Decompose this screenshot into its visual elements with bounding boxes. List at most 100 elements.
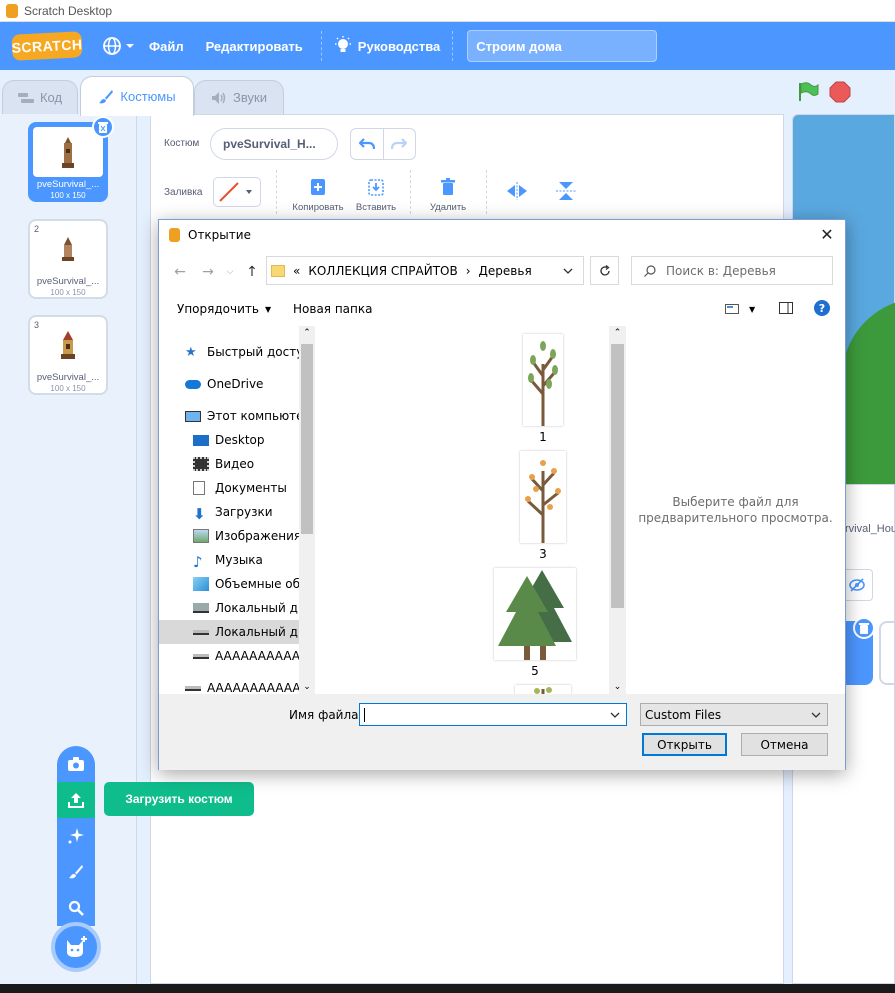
nav-local-disk-c[interactable]: Локальный дис <box>159 596 315 620</box>
nav-drive-a[interactable]: AAAAAAAAAAA <box>159 644 315 668</box>
stop-sign-icon <box>829 81 851 103</box>
delete-button[interactable]: Удалить <box>424 176 472 213</box>
paste-label: Вставить <box>355 202 397 213</box>
view-options-button[interactable]: ▼ <box>725 304 755 314</box>
nav-quick-access[interactable]: ★ Быстрый доступ <box>159 340 315 364</box>
file-menu[interactable]: Файл <box>149 39 184 54</box>
surprise-button[interactable] <box>57 818 95 854</box>
search-library-button[interactable] <box>57 890 95 926</box>
nav-local-disk-d[interactable]: Локальный дис <box>159 620 315 644</box>
search-icon <box>644 264 656 277</box>
nav-drive-a-root[interactable]: AAAAAAAAAAA ( <box>159 676 315 694</box>
preview-message: Выберите файл для предварительного просм… <box>638 495 833 525</box>
scroll-up-arrow[interactable]: ⌃ <box>609 328 626 338</box>
chevron-down-icon <box>126 44 134 48</box>
delete-costume-button[interactable] <box>92 116 114 138</box>
scroll-up-arrow[interactable]: ⌃ <box>299 328 315 338</box>
nav-music[interactable]: ♪ Музыка <box>159 548 315 572</box>
fill-color-picker[interactable] <box>213 177 261 207</box>
file-item[interactable]: 5 <box>485 568 585 678</box>
nav-label: Локальный дис <box>215 625 313 639</box>
refresh-button[interactable] <box>590 256 619 285</box>
toolbar-divider <box>486 170 487 214</box>
costume-item-2[interactable]: 2 pveSurvival_... 100 x 150 <box>28 219 108 299</box>
undo-button[interactable] <box>351 129 384 159</box>
flip-horizontal-button[interactable] <box>506 182 528 203</box>
add-costume-button[interactable] <box>51 922 101 972</box>
globe-icon <box>103 37 121 55</box>
redo-button[interactable] <box>384 129 416 159</box>
organize-menu[interactable]: Упорядочить ▼ <box>177 302 271 316</box>
scroll-down-arrow[interactable]: ⌄ <box>609 682 626 692</box>
sprite-name-field[interactable]: rvival_Hou <box>845 523 895 535</box>
tab-sounds[interactable]: Звуки <box>194 80 284 114</box>
copy-button[interactable]: Копировать <box>290 176 346 213</box>
sprite-thumb[interactable] <box>879 621 895 685</box>
nav-onedrive[interactable]: OneDrive <box>159 372 315 396</box>
recent-locations-button[interactable]: ⌵ <box>221 264 239 280</box>
scroll-thumb[interactable] <box>301 344 313 534</box>
filetype-select[interactable]: Custom Files <box>640 703 828 726</box>
scratch-app-icon <box>169 228 180 242</box>
tutorials-menu[interactable]: Руководства <box>334 36 440 56</box>
language-menu[interactable] <box>102 36 135 56</box>
navigation-scrollbar[interactable]: ⌃ ⌄ <box>299 326 315 694</box>
file-thumbnail <box>515 685 571 694</box>
nav-3d-objects[interactable]: Объемные объ <box>159 572 315 596</box>
dialog-footer: Имя файла: Custom Files Открыть Отмена <box>159 694 845 770</box>
cube-icon <box>193 577 209 591</box>
costume-item-1[interactable]: 1 pveSurvival_... 100 x 150 <box>28 116 114 202</box>
back-button[interactable]: ← <box>171 264 189 280</box>
costume-name: pveSurvival_... <box>36 179 100 190</box>
filename-input[interactable] <box>359 703 627 726</box>
costume-size: 100 x 150 <box>50 288 86 297</box>
costume-thumbnail <box>33 224 103 274</box>
file-item[interactable]: 3 <box>493 451 593 561</box>
edit-menu[interactable]: Редактировать <box>206 39 303 54</box>
file-item[interactable]: 1 <box>493 334 593 444</box>
new-folder-button[interactable]: Новая папка <box>293 302 372 316</box>
stop-button[interactable] <box>829 81 851 106</box>
flip-vertical-button[interactable] <box>556 180 576 205</box>
close-button[interactable]: ✕ <box>817 225 837 245</box>
copy-label: Копировать <box>292 202 344 213</box>
nav-documents[interactable]: Документы <box>159 476 315 500</box>
nav-videos[interactable]: Видео <box>159 452 315 476</box>
open-button[interactable]: Открыть <box>642 733 727 756</box>
cancel-button[interactable]: Отмена <box>741 733 828 756</box>
nav-pictures[interactable]: Изображения <box>159 524 315 548</box>
chevron-down-icon[interactable] <box>563 267 573 275</box>
camera-button[interactable] <box>57 746 95 782</box>
green-flag-button[interactable] <box>797 82 819 105</box>
costume-item-3[interactable]: 3 pveSurvival_... 100 x 150 <box>28 315 108 395</box>
costume-name-input[interactable]: pveSurvival_H... <box>210 128 338 160</box>
tab-costumes[interactable]: Костюмы <box>80 76 194 116</box>
nav-desktop[interactable]: Desktop <box>159 428 315 452</box>
file-name: 3 <box>539 547 547 561</box>
path-segment-root[interactable]: КОЛЛЕКЦИЯ СПРАЙТОВ <box>308 264 457 278</box>
computer-icon <box>185 410 201 422</box>
file-item-partial[interactable] <box>493 685 593 694</box>
nav-downloads[interactable]: ⬇ Загрузки <box>159 500 315 524</box>
file-list-scrollbar[interactable]: ⌃ ⌄ <box>609 326 626 694</box>
paste-button[interactable]: Вставить <box>352 176 400 213</box>
project-title-input[interactable]: Строим дома <box>467 30 658 62</box>
forward-button[interactable]: → <box>199 264 217 280</box>
tab-code[interactable]: Код <box>2 80 78 114</box>
up-button[interactable]: ↑ <box>243 264 261 280</box>
address-bar[interactable]: « КОЛЛЕКЦИЯ СПРАЙТОВ › Деревья <box>266 256 584 285</box>
paint-button[interactable] <box>57 854 95 890</box>
file-thumbnail <box>494 568 576 660</box>
delete-sprite-button[interactable] <box>853 617 875 639</box>
path-segment-folder[interactable]: Деревья <box>479 264 532 278</box>
scroll-thumb[interactable] <box>611 344 624 608</box>
upload-costume-button[interactable] <box>57 782 95 818</box>
scroll-down-arrow[interactable]: ⌄ <box>299 682 315 692</box>
help-button[interactable]: ? <box>814 299 830 319</box>
search-input[interactable]: Поиск в: Деревья <box>631 256 833 285</box>
nav-this-pc[interactable]: Этот компьютер <box>159 404 315 428</box>
chevron-down-icon[interactable] <box>610 711 620 719</box>
preview-pane-button[interactable] <box>779 301 793 317</box>
trash-icon <box>859 623 869 634</box>
scratch-logo[interactable]: SCRATCH <box>11 31 83 61</box>
